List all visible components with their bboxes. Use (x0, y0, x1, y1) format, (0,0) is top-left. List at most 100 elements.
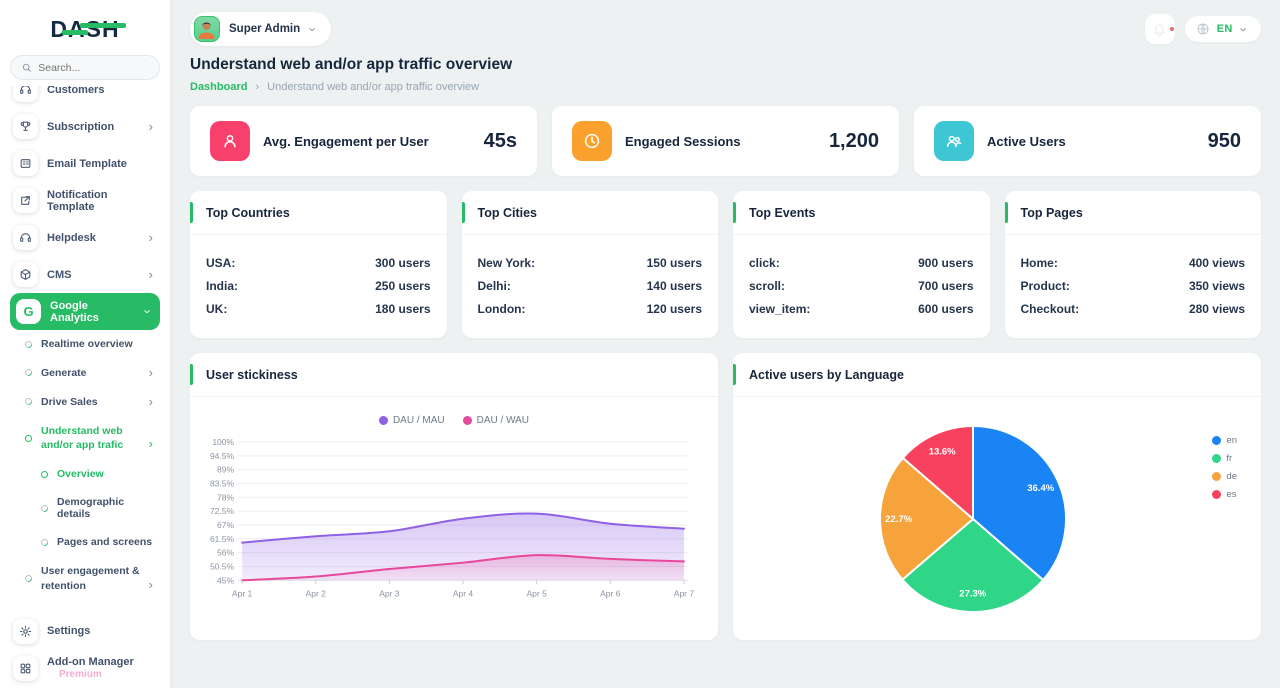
legend-item-de[interactable]: de (1212, 471, 1237, 482)
svg-text:Apr 2: Apr 2 (306, 588, 327, 598)
layout-icon (13, 151, 38, 176)
legend-dot (1212, 490, 1221, 499)
stat-card-avg-engagement: Avg. Engagement per User 45s (190, 106, 537, 176)
legend-dot (463, 416, 472, 425)
sidebar-item-label: Helpdesk (47, 232, 96, 244)
ring-icon (24, 574, 34, 584)
pie-chart: 36.4%27.3%22.7%13.6% (743, 401, 1251, 638)
sidebar-item-label: Understand web and/or app trafic (41, 424, 140, 452)
sidebar-item-label: Overview (57, 468, 104, 480)
legend-item-dau-wau[interactable]: DAU / WAU (463, 415, 529, 426)
table-row: UK:180 users (206, 297, 431, 320)
table-row: New York:150 users (478, 251, 703, 274)
avatar (194, 16, 220, 42)
sidebar-item-subscription[interactable]: Subscription › (10, 108, 160, 145)
sidebar-item-label: User engagement & retention (41, 564, 140, 592)
ring-icon (24, 339, 34, 349)
topbar-actions: EN › (1145, 14, 1261, 44)
sidebar-item-generate[interactable]: Generate › (10, 358, 160, 387)
stat-value: 1,200 (829, 130, 879, 153)
stat-label: Avg. Engagement per User (263, 134, 429, 149)
table-row: view_item:600 users (749, 297, 974, 320)
headset-icon (13, 225, 38, 250)
svg-text:Apr 5: Apr 5 (526, 588, 547, 598)
ring-icon (24, 368, 34, 378)
svg-text:50.5%: 50.5% (210, 561, 235, 571)
table-row: Product:350 views (1021, 274, 1246, 297)
sidebar-item-label: Drive Sales (41, 396, 98, 408)
info-cards-row: Top Countries USA:300 users India:250 us… (190, 191, 1261, 338)
svg-text:Apr 6: Apr 6 (600, 588, 621, 598)
chevron-right-icon: › (255, 81, 259, 93)
headset-icon (13, 86, 38, 102)
active-users-by-language-card: Active users by Language 36.4%27.3%22.7%… (733, 353, 1261, 640)
top-countries-card: Top Countries USA:300 users India:250 us… (190, 191, 447, 338)
chart-legend: DAU / MAU DAU / WAU (204, 415, 704, 426)
svg-text:27.3%: 27.3% (959, 588, 986, 599)
svg-text:Apr 7: Apr 7 (674, 588, 695, 598)
sidebar-item-notification-template[interactable]: Notification Template (10, 182, 160, 219)
language-label: EN (1217, 23, 1233, 35)
card-title: Top Countries (206, 206, 290, 220)
globe-icon (1196, 22, 1210, 36)
sidebar-item-overview[interactable]: Overview (10, 460, 160, 488)
stat-value: 45s (484, 130, 517, 153)
sidebar-item-pages-and-screens[interactable]: Pages and screens (10, 528, 160, 556)
send-icon (13, 188, 38, 213)
user-menu-button[interactable]: Super Admin › (190, 12, 331, 46)
breadcrumb-dashboard-link[interactable]: Dashboard (190, 81, 247, 93)
user-stickiness-card: User stickiness DAU / MAU DAU / WAU 100%… (190, 353, 718, 640)
sidebar-item-google-analytics[interactable]: G Google Analytics › (10, 293, 160, 330)
sidebar-item-drive-sales[interactable]: Drive Sales › (10, 387, 160, 416)
card-title: Top Cities (478, 206, 538, 220)
language-selector[interactable]: EN › (1185, 16, 1261, 42)
user-name: Super Admin (229, 23, 300, 35)
grid-icon (13, 656, 38, 681)
stat-label: Engaged Sessions (625, 134, 741, 149)
legend-item-en[interactable]: en (1212, 435, 1237, 446)
sidebar-item-demographic-details[interactable]: Demographic details (10, 488, 160, 528)
search-input[interactable] (38, 62, 149, 74)
ring-icon (24, 397, 34, 407)
chevron-down-icon: › (1237, 27, 1250, 31)
legend-item-es[interactable]: es (1212, 489, 1237, 500)
sidebar-item-user-engagement-retention[interactable]: User engagement & retention › (10, 556, 160, 600)
svg-text:89%: 89% (217, 465, 234, 475)
sidebar-item-label: Google Analytics (50, 300, 137, 324)
sidebar-item-email-template[interactable]: Email Template (10, 145, 160, 182)
chevron-right-icon: › (149, 120, 157, 133)
legend-item-fr[interactable]: fr (1212, 453, 1237, 464)
sidebar-item-understand-web-app-trafic[interactable]: Understand web and/or app trafic › (10, 416, 160, 460)
search-icon (21, 61, 32, 74)
trophy-icon (13, 114, 38, 139)
sidebar-item-cms[interactable]: CMS › (10, 256, 160, 293)
notifications-button[interactable] (1145, 14, 1175, 44)
sidebar-item-label: Add-on Manager (47, 656, 134, 668)
gear-icon (13, 619, 38, 644)
main-content: Super Admin › EN › Understand web and/or… (170, 0, 1280, 688)
page-title: Understand web and/or app traffic overvi… (190, 56, 1261, 74)
sidebar-item-label: Subscription (47, 121, 114, 133)
stat-card-active-users: Active Users 950 (914, 106, 1261, 176)
card-title: Top Events (749, 206, 815, 220)
breadcrumb: Dashboard › Understand web and/or app tr… (190, 81, 1261, 93)
sidebar-item-customers[interactable]: Customers (10, 86, 160, 108)
table-row: London:120 users (478, 297, 703, 320)
breadcrumb-current: Understand web and/or app traffic overvi… (267, 81, 479, 93)
table-row: Home:400 views (1021, 251, 1246, 274)
table-row: Delhi:140 users (478, 274, 703, 297)
legend-dot (1212, 472, 1221, 481)
users-icon (934, 121, 974, 161)
sidebar-item-settings[interactable]: Settings (10, 613, 160, 650)
legend-item-dau-mau[interactable]: DAU / MAU (379, 415, 445, 426)
app-logo[interactable]: DASH (10, 10, 160, 55)
sidebar-item-helpdesk[interactable]: Helpdesk › (10, 219, 160, 256)
top-events-card: Top Events click:900 users scroll:700 us… (733, 191, 990, 338)
sidebar-item-label: Demographic details (57, 496, 157, 520)
sidebar-item-realtime-overview[interactable]: Realtime overview (10, 330, 160, 358)
table-row: India:250 users (206, 274, 431, 297)
sidebar-item-addon-manager[interactable]: Add-on Manager Premium (10, 650, 160, 687)
clock-icon (572, 121, 612, 161)
svg-text:Apr 4: Apr 4 (453, 588, 474, 598)
chevron-right-icon: › (149, 578, 157, 591)
